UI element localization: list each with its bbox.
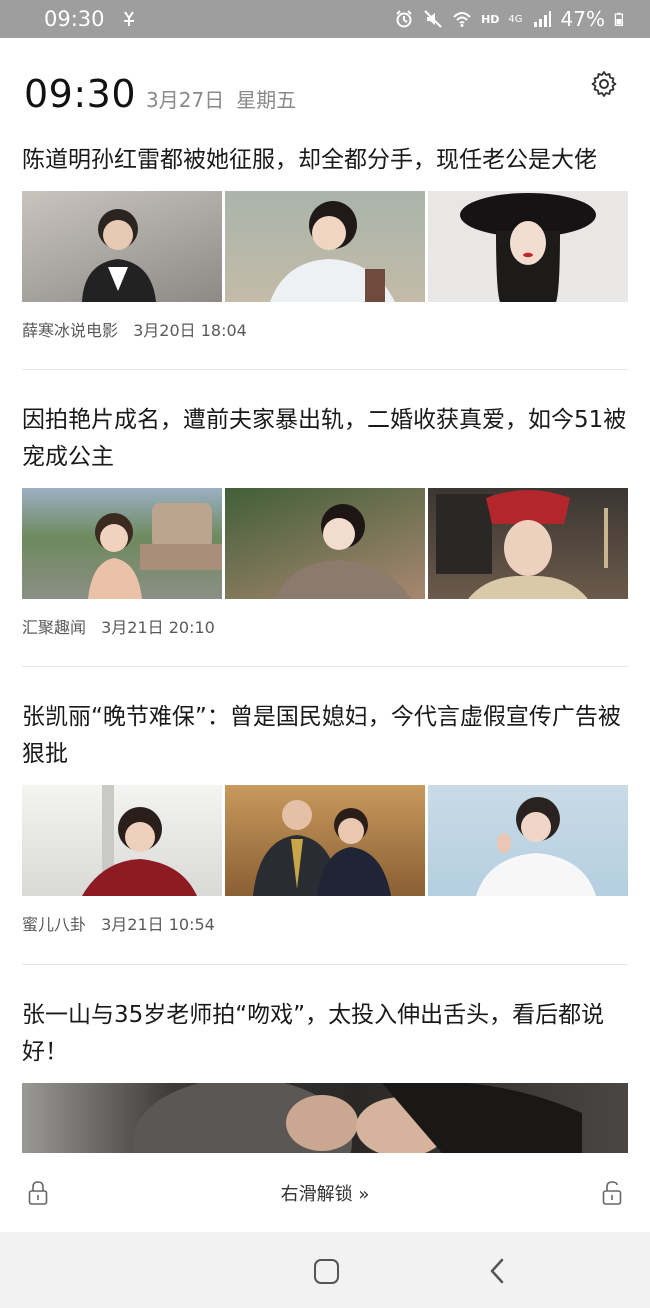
weekday: 星期五 <box>236 88 297 112</box>
article-source: 蜜儿八卦 <box>22 915 87 934</box>
home-button[interactable] <box>314 1259 339 1284</box>
article-photo <box>22 1083 628 1153</box>
article-source: 薛寒冰说电影 <box>22 321 119 340</box>
battery-icon <box>614 12 624 26</box>
date: 3月27日 <box>146 88 225 112</box>
article-datetime: 3月21日 10:54 <box>101 915 215 934</box>
news-article[interactable]: 张一山与35岁老师拍“吻戏”，太投入伸出舌头，看后都说好！ <box>22 997 628 1153</box>
article-photo <box>428 488 628 599</box>
article-images <box>22 785 628 896</box>
notification-app-icon <box>123 11 134 26</box>
article-meta: 蜜儿八卦 3月21日 10:54 <box>22 911 628 935</box>
article-photo <box>22 191 222 302</box>
signal-4g-label: 4G <box>508 13 523 25</box>
divider <box>22 369 628 370</box>
article-images <box>22 191 628 302</box>
article-images <box>22 488 628 599</box>
article-photo <box>428 191 628 302</box>
article-photo <box>22 488 222 599</box>
alarm-icon <box>396 10 412 28</box>
unlock-label[interactable]: 右滑解锁 » <box>0 1180 650 1206</box>
article-photo <box>225 191 425 302</box>
article-title[interactable]: 张凯丽“晚节难保”：曾是国民媳妇，今代言虚假宣传广告被狠批 <box>22 699 628 773</box>
settings-gear-icon[interactable] <box>590 70 618 98</box>
article-datetime: 3月21日 20:10 <box>101 618 215 637</box>
article-meta: 汇聚趣闻 3月21日 20:10 <box>22 614 628 638</box>
article-photo <box>225 488 425 599</box>
news-article[interactable]: 张凯丽“晚节难保”：曾是国民媳妇，今代言虚假宣传广告被狠批 蜜儿八卦 3月21日… <box>22 699 628 935</box>
divider <box>22 666 628 667</box>
status-time: 09:30 <box>44 7 105 31</box>
news-article[interactable]: 陈道明孙红雷都被她征服，却全都分手，现任老公是大佬 薛寒冰说电影 3月20日 1… <box>22 142 628 341</box>
news-feed[interactable]: 09:30 3月27日 星期五 陈道明孙红雷都被她征服，却全都分手，现任老公是大… <box>0 38 650 1154</box>
lockscreen-header: 09:30 3月27日 星期五 <box>24 72 296 116</box>
unlock-bar[interactable]: 右滑解锁 » <box>0 1154 650 1232</box>
article-title[interactable]: 张一山与35岁老师拍“吻戏”，太投入伸出舌头，看后都说好！ <box>22 997 628 1071</box>
unlock-icon[interactable] <box>602 1180 622 1206</box>
back-button-icon[interactable] <box>488 1258 506 1284</box>
article-meta: 薛寒冰说电影 3月20日 18:04 <box>22 317 628 341</box>
navigation-bar <box>0 1232 650 1308</box>
article-datetime: 3月20日 18:04 <box>133 321 247 340</box>
signal-icon <box>533 11 551 27</box>
status-bar: 09:30 HD 4G 47% <box>0 0 650 38</box>
article-photo <box>428 785 628 896</box>
hd-label: HD <box>481 12 500 26</box>
article-photo <box>22 785 222 896</box>
article-title[interactable]: 因拍艳片成名，遭前夫家暴出轨，二婚收获真爱，如今51被宠成公主 <box>22 402 628 476</box>
divider <box>22 964 628 965</box>
news-article[interactable]: 因拍艳片成名，遭前夫家暴出轨，二婚收获真爱，如今51被宠成公主 汇聚趣闻 3月2… <box>22 402 628 638</box>
clock: 09:30 <box>24 72 137 116</box>
article-photo <box>225 785 425 896</box>
article-source: 汇聚趣闻 <box>22 618 87 637</box>
battery-percent: 47% <box>560 7 605 31</box>
wifi-icon <box>453 12 471 27</box>
article-title[interactable]: 陈道明孙红雷都被她征服，却全都分手，现任老公是大佬 <box>22 142 628 179</box>
mute-icon <box>424 10 442 28</box>
